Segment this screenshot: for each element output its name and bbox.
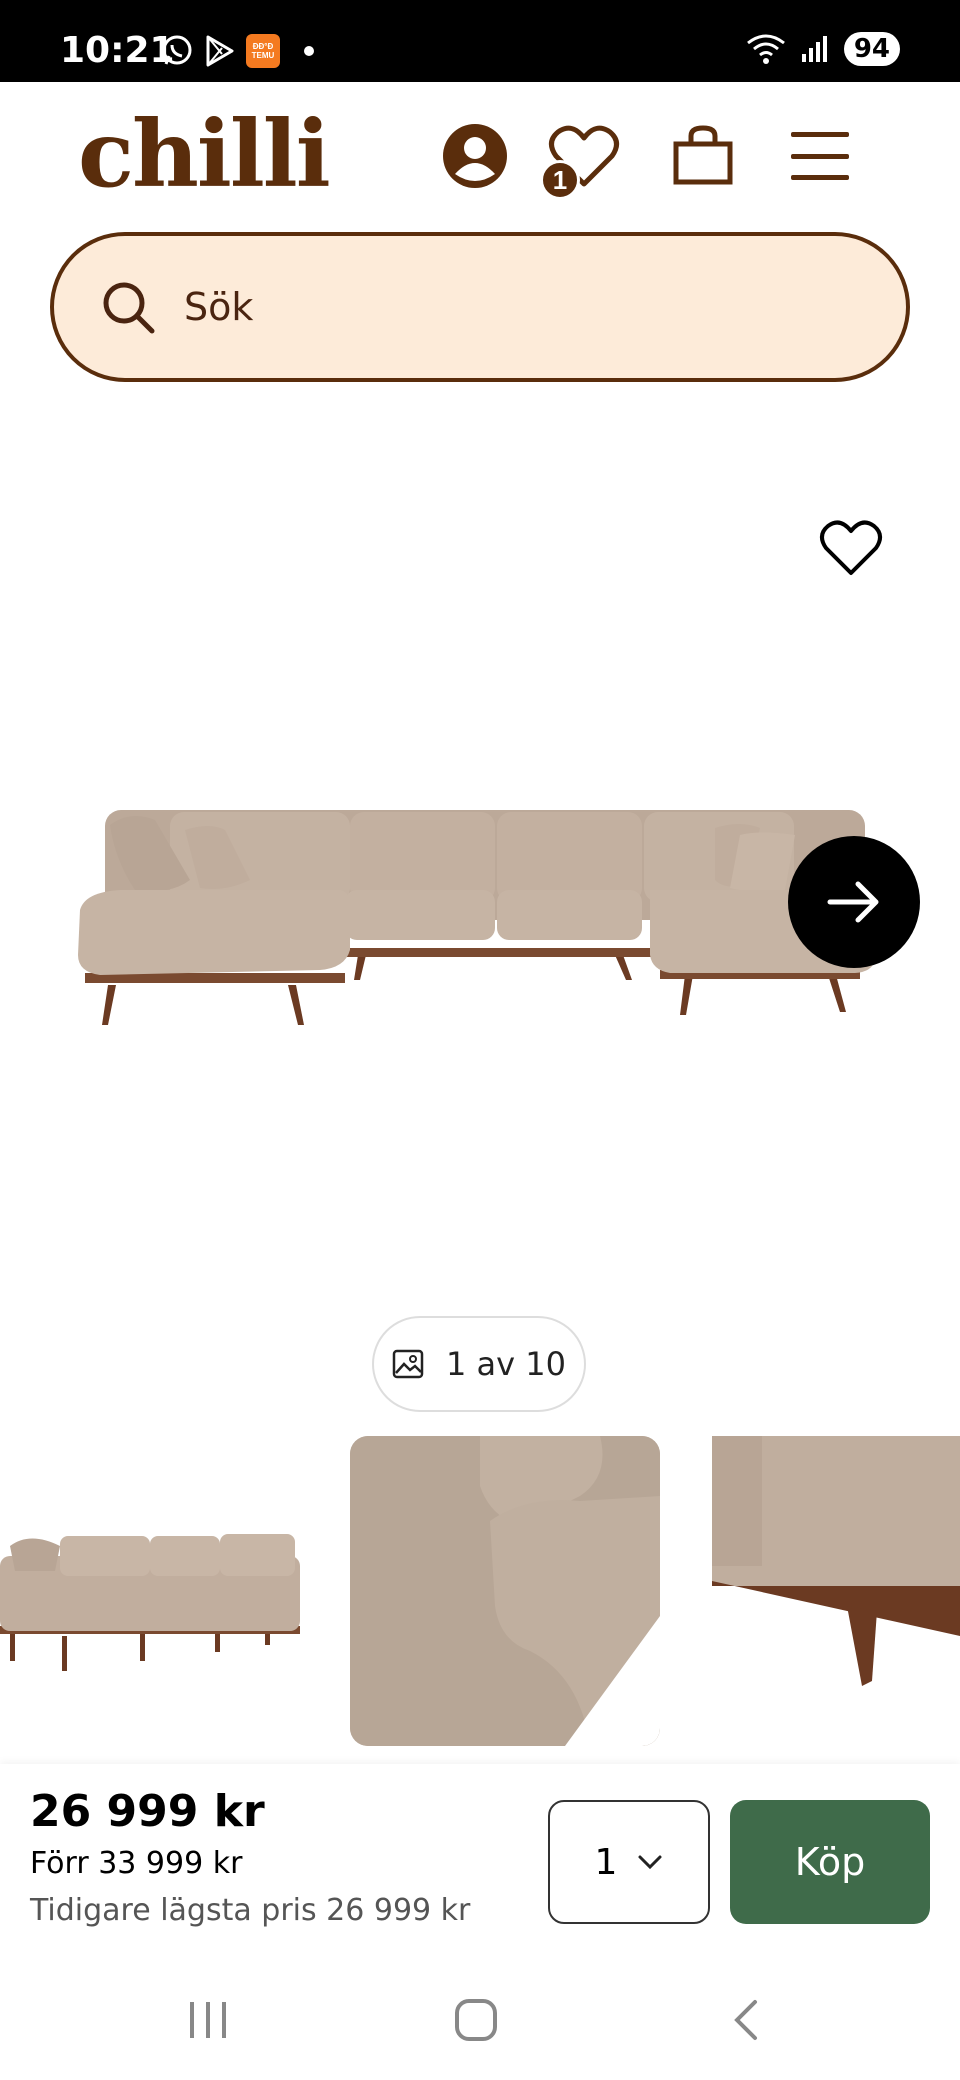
bag-icon	[673, 125, 733, 185]
home-button[interactable]	[446, 1992, 506, 2048]
quantity-select[interactable]: 1	[548, 1800, 710, 1924]
chevron-down-icon	[638, 1855, 662, 1870]
current-price: 26 999 kr	[30, 1786, 265, 1837]
notification-icons: ĐĐ°Đ TEMU	[160, 34, 314, 68]
back-icon	[734, 2000, 757, 2040]
search-placeholder: Sök	[184, 285, 254, 329]
battery-indicator: 94	[843, 32, 900, 66]
lowest-price-note: Tidigare lägsta pris 26 999 kr	[30, 1893, 471, 1928]
thumbnail-1[interactable]	[0, 1436, 300, 1746]
thumbnail-3[interactable]	[712, 1436, 960, 1746]
search-icon	[103, 282, 155, 334]
arrow-right-icon	[827, 881, 879, 923]
heart-icon	[820, 519, 882, 575]
play-store-icon	[206, 35, 234, 67]
system-icons: 94	[746, 32, 900, 66]
next-image-button[interactable]	[788, 836, 920, 968]
image-counter[interactable]: 1 av 10	[372, 1316, 586, 1412]
chilli-logo[interactable]: chilli	[78, 108, 331, 200]
recents-icon	[190, 2002, 226, 2038]
quantity-value: 1	[594, 1841, 618, 1883]
account-button[interactable]	[439, 120, 511, 192]
add-to-favorites-button[interactable]	[815, 515, 887, 583]
signal-icon	[801, 36, 827, 62]
search-input[interactable]: Sök	[50, 232, 910, 382]
more-notifications-dot	[304, 46, 314, 56]
image-icon	[392, 1349, 424, 1379]
status-bar: 10:21 ĐĐ°Đ TEMU 94	[0, 0, 960, 82]
menu-button[interactable]	[784, 120, 856, 192]
back-button[interactable]	[716, 1992, 776, 2048]
menu-icon	[791, 132, 849, 180]
wishlist-count-badge: 1	[540, 160, 580, 200]
image-counter-label: 1 av 10	[446, 1345, 566, 1383]
wifi-icon	[746, 34, 785, 64]
previous-price: Förr 33 999 kr	[30, 1846, 243, 1881]
home-icon	[455, 1999, 497, 2041]
cart-button[interactable]	[667, 120, 739, 192]
buy-button[interactable]: Köp	[730, 1800, 930, 1924]
product-image[interactable]	[60, 780, 890, 1040]
temu-icon: ĐĐ°Đ TEMU	[246, 34, 280, 68]
account-icon	[443, 124, 507, 188]
whatsapp-icon	[162, 35, 192, 65]
recents-button[interactable]	[178, 1992, 238, 2048]
thumbnail-2[interactable]	[350, 1436, 660, 1746]
status-time: 10:21	[60, 30, 175, 71]
